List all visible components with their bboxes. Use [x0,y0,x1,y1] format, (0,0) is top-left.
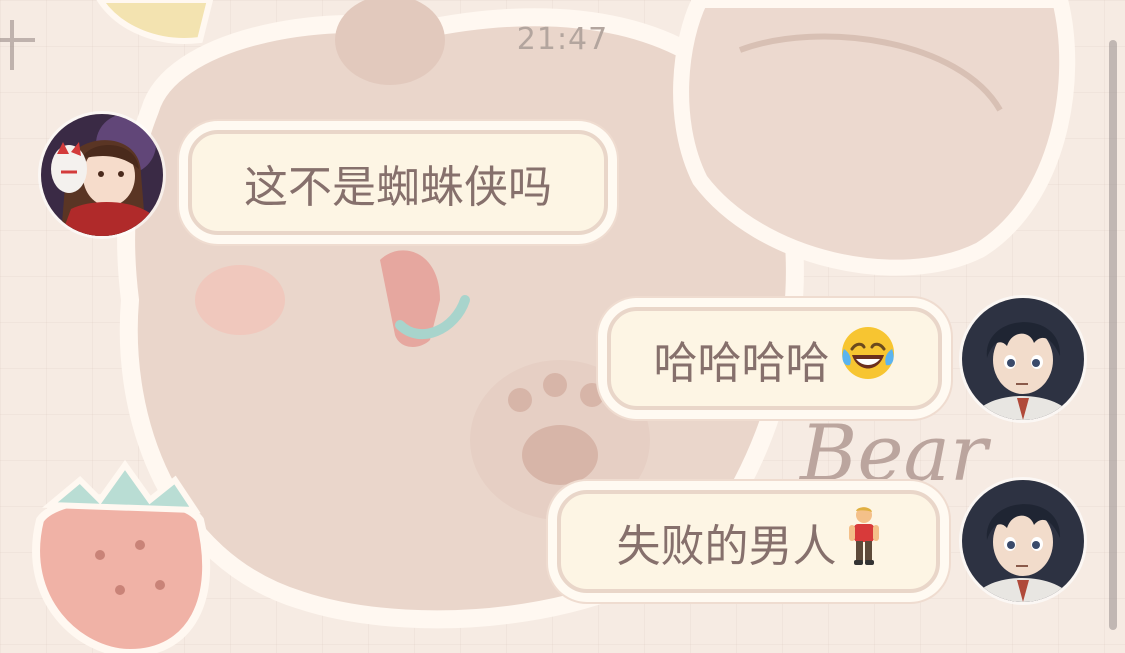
message-bubble[interactable]: 这不是蜘蛛侠吗 [188,130,608,235]
my-avatar[interactable] [962,480,1084,602]
message-text: 这不是蜘蛛侠吗 [244,161,552,213]
message-bubble[interactable]: 失败的男人 [557,490,940,593]
face-with-tears-of-joy-icon [840,325,896,392]
anime-boy-avatar-icon [962,298,1084,420]
message-text: 哈哈哈哈 [653,337,830,389]
my-avatar[interactable] [962,298,1084,420]
message-text: 失败的男人 [616,520,837,572]
message-bubble[interactable]: 哈哈哈哈 [607,307,942,410]
message-timestamp: 21:47 [516,22,609,57]
wallpaper-watermark-text: Bear [798,409,992,499]
man-standing-icon [847,506,881,577]
anime-boy-avatar-icon [962,480,1084,602]
chat-scrollbar[interactable] [1109,40,1117,630]
anime-girl-avatar-icon [41,114,163,236]
friend-avatar[interactable] [41,114,163,236]
